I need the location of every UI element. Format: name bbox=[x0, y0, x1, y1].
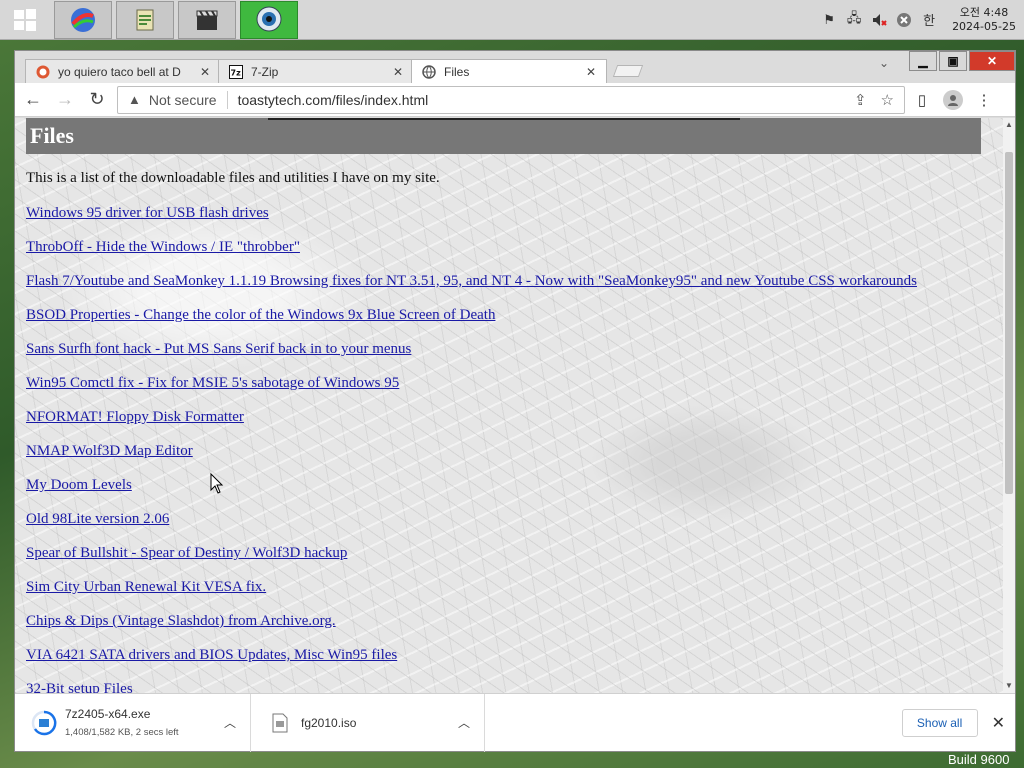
minimize-button[interactable]: ▁ bbox=[909, 51, 937, 71]
file-link[interactable]: VIA 6421 SATA drivers and BIOS Updates, … bbox=[26, 646, 917, 680]
warning-triangle-icon[interactable]: ▲ bbox=[128, 92, 141, 107]
system-tray: ⚑ 🖧 한 오전 4:48 2024-05-25 bbox=[821, 6, 1024, 34]
webcam-icon bbox=[256, 6, 282, 31]
close-window-button[interactable]: ✕ bbox=[969, 51, 1015, 71]
tab-7zip[interactable]: 7z 7-Zip ✕ bbox=[218, 59, 414, 83]
file-link[interactable]: NFORMAT! Floppy Disk Formatter bbox=[26, 408, 917, 442]
forward-arrow-icon[interactable]: → bbox=[51, 86, 79, 114]
back-arrow-icon[interactable]: ← bbox=[19, 86, 47, 114]
file-link[interactable]: ThrobOff - Hide the Windows / IE "throbb… bbox=[26, 238, 917, 272]
tab-search-chevron-icon[interactable]: ⌄ bbox=[879, 56, 889, 70]
omnibox-divider bbox=[226, 90, 228, 109]
file-link[interactable]: Spear of Bullshit - Spear of Destiny / W… bbox=[26, 544, 917, 578]
close-circle-icon[interactable] bbox=[896, 12, 912, 28]
file-link[interactable]: Sim City Urban Renewal Kit VESA fix. bbox=[26, 578, 917, 612]
file-link[interactable]: BSOD Properties - Change the color of th… bbox=[26, 306, 917, 340]
file-link[interactable]: Old 98Lite version 2.06 bbox=[26, 510, 917, 544]
flag-icon[interactable]: ⚑ bbox=[821, 12, 837, 28]
side-panel-icon[interactable]: ▯ bbox=[913, 91, 931, 109]
tab-title: 7-Zip bbox=[251, 64, 279, 79]
window-controls: ▁ ▣ ✕ bbox=[907, 51, 1015, 73]
windows-logo-icon bbox=[14, 8, 36, 31]
file-link[interactable]: Flash 7/Youtube and SeaMonkey 1.1.19 Bro… bbox=[26, 272, 917, 306]
reload-icon[interactable]: ↻ bbox=[83, 86, 111, 114]
browser-toolbar: ← → ↻ ▲ Not secure toastytech.com/files/… bbox=[15, 83, 1015, 117]
file-link-list: Windows 95 driver for USB flash drives T… bbox=[26, 204, 917, 693]
download-item[interactable]: fg2010.iso ︿ bbox=[251, 693, 485, 752]
clock-date: 2024-05-25 bbox=[952, 19, 1016, 33]
taskbar-app-webcam[interactable] bbox=[240, 0, 298, 39]
tab-strip: yo quiero taco bell at D ✕ 7z 7-Zip ✕ Fi… bbox=[15, 51, 1015, 83]
chevron-up-icon[interactable]: ︿ bbox=[224, 714, 236, 731]
file-link[interactable]: My Doom Levels bbox=[26, 476, 917, 510]
close-shelf-icon[interactable]: ✕ bbox=[992, 713, 1005, 733]
file-icon bbox=[267, 710, 293, 736]
url-text[interactable]: toastytech.com/files/index.html bbox=[238, 92, 840, 108]
tab-title: yo quiero taco bell at D bbox=[58, 64, 181, 79]
page-title: Files bbox=[26, 118, 981, 154]
network-icon[interactable]: 🖧 bbox=[846, 10, 862, 28]
address-bar[interactable]: ▲ Not secure toastytech.com/files/index.… bbox=[117, 85, 905, 114]
notepad-icon bbox=[136, 9, 154, 30]
file-link[interactable]: Windows 95 driver for USB flash drives bbox=[26, 204, 917, 238]
new-tab-button[interactable] bbox=[612, 65, 644, 77]
vertical-scrollbar[interactable]: ▲ ▼ bbox=[1003, 118, 1015, 693]
download-item[interactable]: 7z2405-x64.exe 1,408/1,582 KB, 2 secs le… bbox=[15, 693, 251, 752]
share-icon[interactable]: ⇪ bbox=[854, 91, 867, 109]
security-label[interactable]: Not secure bbox=[149, 92, 217, 108]
chevron-up-icon[interactable]: ︿ bbox=[458, 714, 470, 731]
download-filename: fg2010.iso bbox=[301, 715, 357, 730]
clock-time: 오전 4:48 bbox=[959, 5, 1009, 19]
globe-icon bbox=[422, 64, 436, 79]
tab-close-icon[interactable]: ✕ bbox=[393, 65, 403, 79]
mouse-cursor-icon bbox=[210, 473, 224, 494]
taskbar-app-browser-sphere[interactable] bbox=[54, 0, 112, 39]
clapperboard-icon bbox=[196, 9, 218, 30]
profile-avatar-icon[interactable] bbox=[943, 89, 963, 110]
browser-window: yo quiero taco bell at D ✕ 7z 7-Zip ✕ Fi… bbox=[14, 50, 1016, 752]
tab-close-icon[interactable]: ✕ bbox=[200, 65, 210, 79]
tab-taco-bell[interactable]: yo quiero taco bell at D ✕ bbox=[25, 59, 221, 83]
scroll-up-arrow-icon[interactable]: ▲ bbox=[1003, 118, 1015, 132]
duckduckgo-icon bbox=[36, 65, 50, 79]
page-top-rule bbox=[268, 118, 740, 120]
download-shelf: 7z2405-x64.exe 1,408/1,582 KB, 2 secs le… bbox=[15, 693, 1015, 752]
volume-muted-icon[interactable] bbox=[871, 12, 887, 28]
file-link[interactable]: Chips & Dips (Vintage Slashdot) from Arc… bbox=[26, 612, 917, 646]
menu-kebab-icon[interactable]: ⋮ bbox=[975, 91, 993, 109]
svg-text:7z: 7z bbox=[231, 68, 242, 77]
taskbar-app-video[interactable] bbox=[178, 0, 236, 39]
desktop-build-watermark: Build 9600 bbox=[948, 752, 1010, 767]
intro-text: This is a list of the downloadable files… bbox=[26, 170, 440, 186]
file-link[interactable]: Win95 Comctl fix - Fix for MSIE 5's sabo… bbox=[26, 374, 917, 408]
file-link[interactable]: 32-Bit setup Files bbox=[26, 680, 917, 693]
tab-title: Files bbox=[444, 64, 470, 79]
colorful-sphere-icon bbox=[71, 7, 95, 32]
windows-start-button[interactable] bbox=[0, 0, 50, 40]
download-filename: 7z2405-x64.exe bbox=[65, 707, 151, 721]
download-progress-icon bbox=[31, 710, 57, 736]
tab-close-icon[interactable]: ✕ bbox=[586, 65, 596, 79]
bookmark-star-icon[interactable]: ☆ bbox=[881, 91, 894, 109]
file-link[interactable]: NMAP Wolf3D Map Editor bbox=[26, 442, 917, 476]
maximize-button[interactable]: ▣ bbox=[939, 51, 967, 71]
7zip-icon: 7z bbox=[229, 64, 243, 79]
clock[interactable]: 오전 4:48 2024-05-25 bbox=[952, 6, 1016, 34]
scrollbar-thumb[interactable] bbox=[1005, 152, 1013, 494]
ime-indicator[interactable]: 한 bbox=[921, 12, 937, 28]
page-viewport: Files This is a list of the downloadable… bbox=[15, 118, 1003, 693]
taskbar-app-notes[interactable] bbox=[116, 0, 174, 39]
file-link[interactable]: Sans Surfh font hack - Put MS Sans Serif… bbox=[26, 340, 917, 374]
scroll-down-arrow-icon[interactable]: ▼ bbox=[1003, 679, 1015, 693]
tab-files[interactable]: Files ✕ bbox=[411, 59, 607, 83]
taskbar: ⚑ 🖧 한 오전 4:48 2024-05-25 bbox=[0, 0, 1024, 40]
show-all-downloads-button[interactable]: Show all bbox=[901, 708, 978, 737]
download-status: 1,408/1,582 KB, 2 secs left bbox=[65, 727, 179, 738]
